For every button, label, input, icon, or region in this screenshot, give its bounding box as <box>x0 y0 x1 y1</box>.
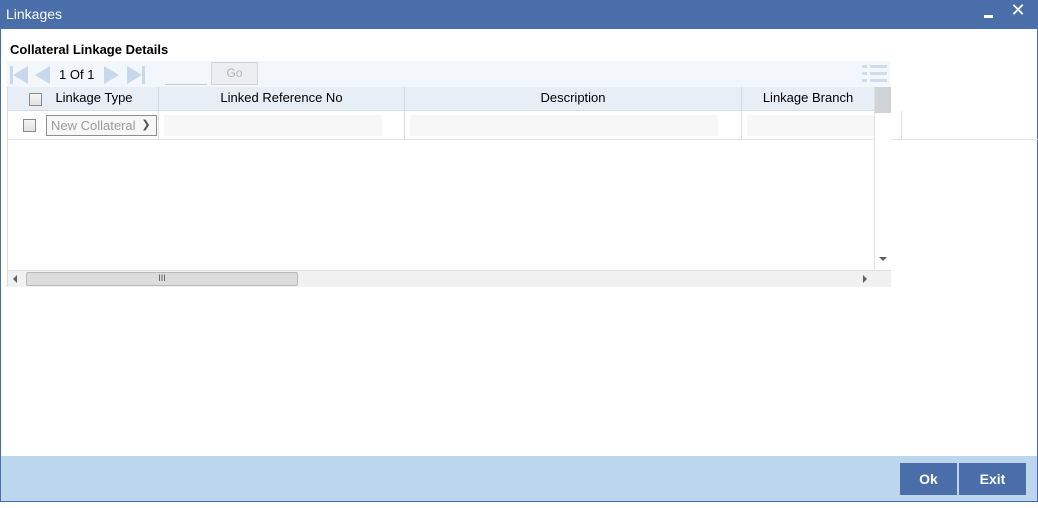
scroll-down-arrow-icon[interactable] <box>879 257 887 261</box>
select-all-checkbox[interactable] <box>29 93 42 106</box>
column-header-linkage-type[interactable]: Linkage Type <box>44 87 144 111</box>
scroll-left-arrow-icon[interactable] <box>13 275 17 283</box>
row-select-checkbox[interactable] <box>23 119 36 132</box>
grid-header: Linkage Type Linked Reference No Descrip… <box>8 87 874 111</box>
current-page: 1 <box>59 67 67 82</box>
grid-toolbar: 1 Of 1 Go <box>7 61 890 88</box>
chevron-down-icon: ❯ <box>141 119 151 131</box>
minimize-icon <box>984 15 993 18</box>
linkage-type-value: New Collateral <box>51 118 136 133</box>
last-page-icon <box>127 66 142 84</box>
last-page-button[interactable] <box>127 66 145 84</box>
go-button[interactable]: Go <box>211 62 258 85</box>
column-header-description[interactable]: Description <box>405 87 741 111</box>
total-pages: 1 <box>87 67 95 82</box>
column-options-icon[interactable] <box>862 63 887 83</box>
next-page-button[interactable] <box>103 66 121 84</box>
close-button[interactable]: ✕ <box>1009 2 1027 22</box>
section-title: Collateral Linkage Details <box>10 42 169 57</box>
footer-bar: Ok Exit <box>1 456 1037 501</box>
scroll-right-arrow-icon[interactable] <box>863 275 867 283</box>
column-header-linkage-branch[interactable]: Linkage Branch <box>742 87 874 111</box>
vertical-scroll-thumb[interactable] <box>875 87 891 113</box>
page-indicator: 1 Of 1 <box>59 67 94 82</box>
previous-page-button[interactable] <box>34 66 52 84</box>
linked-reference-no-input[interactable] <box>164 115 382 136</box>
horizontal-scrollbar[interactable]: III <box>8 270 891 287</box>
description-input[interactable] <box>410 115 718 136</box>
column-header-linked-reference-no[interactable]: Linked Reference No <box>159 87 404 111</box>
exit-button[interactable]: Exit <box>959 463 1026 495</box>
linkages-window: Linkages ✕ Collateral Linkage Details 1 … <box>0 0 1038 502</box>
vertical-scrollbar[interactable] <box>874 87 891 271</box>
next-page-icon <box>104 66 119 84</box>
minimize-button[interactable] <box>979 5 997 23</box>
horizontal-scroll-thumb[interactable]: III <box>26 272 298 286</box>
first-page-button[interactable] <box>10 66 28 84</box>
previous-page-icon <box>35 66 50 84</box>
scroll-grip: III <box>158 273 166 283</box>
linkage-type-select[interactable]: New Collateral ❯ <box>46 115 157 136</box>
linkage-branch-input[interactable] <box>747 115 874 136</box>
window-title: Linkages <box>6 6 63 22</box>
linkage-grid: Linkage Type Linked Reference No Descrip… <box>7 87 1038 287</box>
page-number-input[interactable] <box>165 65 207 85</box>
title-bar: Linkages ✕ <box>1 1 1037 29</box>
of-label: Of <box>69 67 84 82</box>
ok-button[interactable]: Ok <box>900 463 957 495</box>
